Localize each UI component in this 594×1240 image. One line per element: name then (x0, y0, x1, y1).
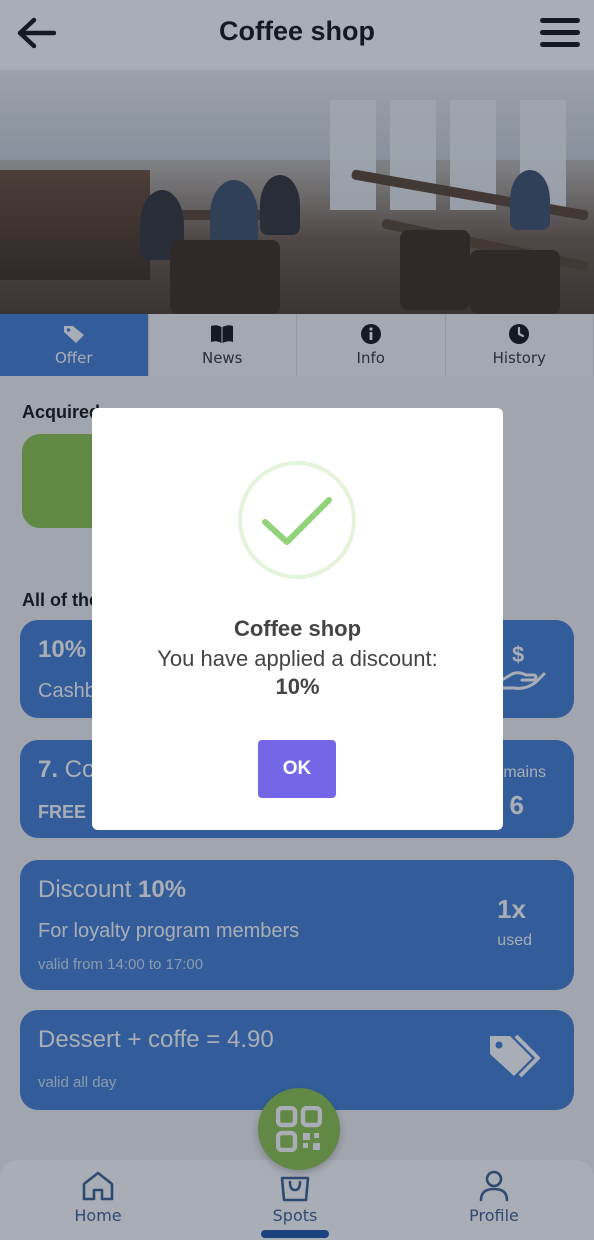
ok-button[interactable]: OK (258, 740, 336, 798)
success-check-icon (238, 461, 356, 579)
dialog-message: You have applied a discount: (157, 646, 438, 671)
discount-value: 10% (275, 674, 320, 699)
dialog-title: Coffee shop (233, 616, 362, 641)
discount-applied-dialog: Coffee shop You have applied a discount:… (92, 408, 503, 830)
